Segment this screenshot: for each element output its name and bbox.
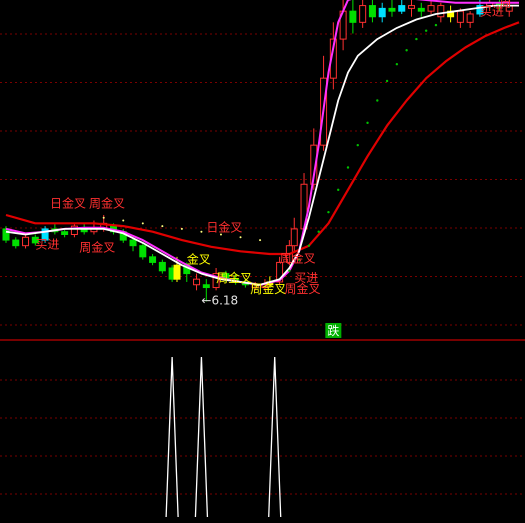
candle-body — [388, 7, 396, 12]
signal-dot — [122, 219, 125, 222]
signal-spike — [268, 356, 282, 518]
candle-body — [193, 278, 201, 286]
stock-chart: 日金叉 周金叉 买进 周金叉 日金叉 金叉 周金叉 周金叉 周金叉 买进 周金叉 ←6.18 周买进跌 — [0, 0, 525, 519]
signal-dot — [356, 143, 359, 147]
annotation-label: 日金叉 — [50, 196, 86, 211]
candle-body — [466, 13, 474, 23]
annotation-label: 周金叉 — [216, 270, 252, 285]
signal-dot — [346, 166, 350, 169]
signal-dot — [376, 99, 379, 102]
candle-body — [149, 256, 157, 263]
signal-dot — [102, 216, 105, 219]
candle-body — [129, 239, 137, 247]
annotation-label: 金叉 — [187, 252, 211, 267]
annotation-label: ←6.18 — [201, 293, 238, 307]
signal-dot — [366, 121, 369, 125]
candle-body — [378, 7, 386, 18]
signal-spike — [194, 356, 209, 518]
signal-dot — [395, 63, 399, 66]
signal-dot — [385, 79, 389, 83]
candle-body — [368, 5, 376, 18]
grid-layer — [0, 33, 525, 495]
candle-layer — [2, 0, 513, 302]
candle-body — [12, 239, 20, 247]
candle-body — [417, 7, 425, 12]
label-layer: 日金叉 周金叉买进 周金叉日金叉金叉周金叉周金叉周金叉买进周金叉←6.18周买进跌 — [35, 0, 511, 338]
signal-dot — [161, 225, 164, 228]
chart-svg: 日金叉 周金叉买进 周金叉日金叉金叉周金叉周金叉周金叉买进周金叉←6.18周买进跌 — [0, 0, 525, 518]
signal-spike — [165, 356, 179, 518]
signal-dot — [259, 239, 262, 242]
candle-body — [173, 264, 181, 280]
signal-dot — [327, 210, 330, 214]
candle-body — [398, 5, 406, 12]
candle-body — [456, 10, 464, 23]
candle-body — [22, 236, 30, 247]
annotation-label: 买进 — [480, 5, 504, 19]
sub-panel — [165, 356, 282, 518]
candle-body — [408, 5, 416, 9]
signal-dot — [239, 236, 242, 239]
candle-body — [349, 10, 357, 23]
annotation-label: 买进 — [35, 237, 59, 251]
annotation-label: 周金叉 — [280, 250, 316, 265]
annotation-label: 周金叉 — [89, 196, 125, 211]
signal-dot — [288, 269, 291, 272]
trend-badge-label: 跌 — [327, 323, 339, 338]
signal-dot — [180, 227, 183, 230]
signal-dot — [424, 29, 428, 32]
candle-body — [2, 228, 10, 241]
candle-body — [202, 284, 210, 289]
annotation-label: 周金叉 — [284, 281, 320, 296]
signal-dot — [415, 37, 418, 41]
signal-dot — [307, 244, 311, 247]
signal-dot — [200, 230, 203, 233]
signal-dot — [405, 49, 408, 52]
annotation-label: 周金叉 — [79, 239, 115, 254]
dot-layer — [102, 23, 438, 272]
signal-dot — [317, 230, 320, 233]
candle-body — [290, 228, 298, 247]
annotation-label: 周金叉 — [250, 281, 286, 296]
signal-dot — [337, 188, 340, 192]
candle-body — [61, 231, 69, 235]
annotation-label: 日金叉 — [206, 220, 242, 235]
candle-body — [158, 261, 166, 272]
ma-red-line — [5, 21, 520, 256]
signal-dot — [434, 23, 438, 27]
candle-body — [437, 5, 445, 18]
candle-body — [427, 5, 435, 12]
signal-dot — [141, 222, 144, 225]
candle-body — [359, 5, 367, 23]
candle-body — [139, 245, 147, 258]
